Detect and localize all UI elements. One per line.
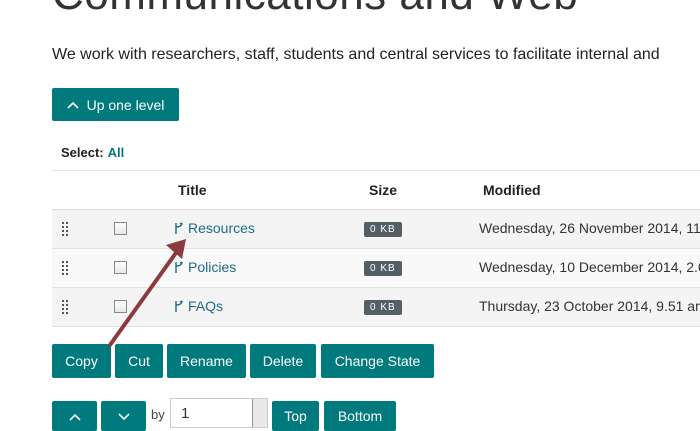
select-label: Select: [61, 145, 104, 160]
up-one-level-label: Up one level [86, 96, 165, 113]
drag-handle-icon[interactable] [62, 222, 68, 236]
size-badge: 0 KB [364, 222, 402, 237]
up-one-level-button[interactable]: Up one level [52, 88, 179, 121]
folder-branch-icon [174, 260, 184, 274]
move-up-button[interactable] [52, 401, 97, 431]
row-checkbox[interactable] [114, 300, 127, 313]
drag-handle-icon[interactable] [62, 300, 68, 314]
copy-button[interactable]: Copy [52, 344, 111, 378]
row-checkbox[interactable] [114, 261, 127, 274]
cut-button[interactable]: Cut [115, 344, 163, 378]
item-title: FAQs [188, 298, 224, 314]
column-title[interactable]: Title [178, 182, 207, 198]
item-title: Resources [188, 220, 255, 236]
table-row[interactable]: Resources 0 KB Wednesday, 26 November 20… [52, 210, 700, 249]
move-down-button[interactable] [101, 401, 146, 431]
row-checkbox[interactable] [114, 222, 127, 235]
item-link[interactable]: Resources [174, 220, 255, 236]
move-top-button[interactable]: Top [272, 401, 319, 431]
change-state-button[interactable]: Change State [321, 344, 434, 378]
folder-branch-icon [174, 299, 184, 313]
table-row[interactable]: Policies 0 KB Wednesday, 10 December 201… [52, 249, 700, 288]
size-badge: 0 KB [364, 300, 402, 315]
modified-date: Wednesday, 26 November 2014, 11.08 [479, 220, 700, 236]
item-link[interactable]: FAQs [174, 298, 223, 314]
select-row: Select: All [61, 145, 124, 160]
move-by-label: by [151, 407, 165, 422]
table-row[interactable]: FAQs 0 KB Thursday, 23 October 2014, 9.5… [52, 288, 700, 327]
move-bottom-button[interactable]: Bottom [324, 401, 396, 431]
folder-branch-icon [174, 221, 184, 235]
modified-date: Wednesday, 10 December 2014, 2.08 [479, 259, 700, 275]
move-amount-input[interactable]: 1 [170, 398, 268, 428]
select-all-link[interactable]: All [108, 145, 125, 160]
rename-button[interactable]: Rename [167, 344, 246, 378]
item-title: Policies [188, 259, 237, 275]
contents-table: Title Size Modified Resources 0 KB Wedne… [52, 170, 700, 327]
delete-button[interactable]: Delete [250, 344, 316, 378]
item-link[interactable]: Policies [174, 259, 236, 275]
modified-date: Thursday, 23 October 2014, 9.51 am [479, 298, 700, 314]
chevron-up-icon [67, 101, 79, 109]
column-modified[interactable]: Modified [483, 182, 541, 198]
size-badge: 0 KB [364, 261, 402, 276]
chevron-down-icon [117, 408, 130, 424]
move-amount-value: 1 [181, 405, 190, 422]
chevron-up-icon [68, 408, 81, 424]
drag-handle-icon[interactable] [62, 261, 68, 275]
column-size[interactable]: Size [369, 182, 397, 198]
intro-text: We work with researchers, staff, student… [52, 46, 660, 63]
table-header: Title Size Modified [52, 170, 700, 210]
page-title: Communications and Web [52, 0, 578, 20]
